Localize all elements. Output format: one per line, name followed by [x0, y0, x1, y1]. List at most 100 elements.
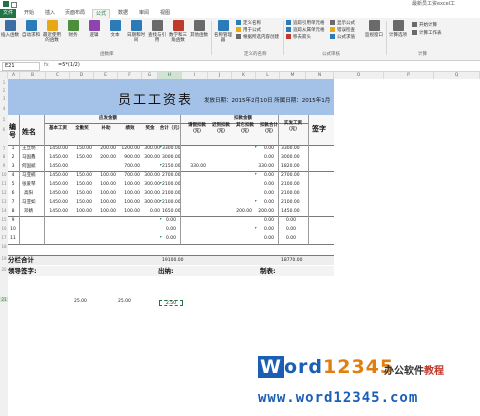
cell-allowance[interactable]: 100.00	[92, 181, 116, 189]
subtotal-total[interactable]: 19100.00	[162, 256, 183, 265]
cell-deduct[interactable]: 0.00	[254, 226, 274, 234]
cell-name[interactable]: 马亚楠	[22, 172, 36, 180]
cell-attendance[interactable]: 150.00	[68, 172, 92, 180]
cell-other[interactable]: 200.00	[228, 208, 252, 216]
column-header[interactable]: M	[280, 72, 306, 79]
cell-performance[interactable]: 700.00	[116, 163, 140, 171]
cell-allowance[interactable]: 200.00	[92, 145, 116, 153]
row-header[interactable]: 13	[0, 199, 8, 204]
cell-net[interactable]: 1450.00	[281, 208, 300, 216]
cell-net[interactable]: 0.00	[286, 226, 296, 234]
cell-other[interactable]	[228, 181, 252, 189]
watch-window-button[interactable]: 监视窗口	[364, 20, 384, 38]
cell-other[interactable]	[228, 172, 252, 180]
row-header[interactable]: 4	[0, 106, 8, 111]
tab-review[interactable]: 审阅	[136, 9, 152, 18]
cell-other[interactable]	[228, 163, 252, 171]
name-box[interactable]: E21	[2, 62, 40, 71]
cell-bonus[interactable]: 300.00	[140, 181, 160, 189]
cell-leave[interactable]	[182, 172, 206, 180]
cell-no[interactable]: 11	[8, 235, 18, 243]
cell-value[interactable]: 25.00	[74, 298, 87, 306]
cashier-label[interactable]: 出纳:	[158, 266, 174, 276]
autosum-button[interactable]: 自动求和	[21, 20, 41, 38]
recent-functions-button[interactable]: 最近使用的函数	[42, 20, 62, 43]
tab-file[interactable]: 文件	[0, 9, 17, 18]
cell-allowance[interactable]: 100.00	[92, 190, 116, 198]
column-header[interactable]: E	[94, 72, 118, 79]
cell-leave[interactable]: 330.00	[182, 163, 206, 171]
cell-total[interactable]: 0.00	[166, 217, 176, 225]
cell-total[interactable]: 2150.00	[162, 163, 181, 171]
cell-no[interactable]: 9	[8, 217, 18, 225]
cell-performance[interactable]: 100.00	[116, 181, 140, 189]
cell-allowance[interactable]: 100.00	[92, 199, 116, 207]
formula-input[interactable]: =5*(1/2)	[58, 62, 80, 69]
row-header[interactable]: 9	[0, 163, 8, 168]
row-header[interactable]: 20	[0, 267, 8, 272]
cell-total[interactable]: 0.00	[166, 235, 176, 243]
cell-net[interactable]: 2100.00	[281, 181, 300, 189]
cell-net[interactable]: 2100.00	[281, 190, 300, 198]
cell-name[interactable]: 何国斌	[22, 163, 36, 171]
cell-attendance[interactable]: 100.00	[68, 208, 92, 216]
cell-other[interactable]	[228, 145, 252, 153]
cell-deduct[interactable]: 330.00	[254, 163, 274, 171]
cell-bonus[interactable]	[140, 163, 160, 171]
subtotal-net[interactable]: 18770.00	[281, 256, 302, 265]
define-name-button[interactable]: 定义名称	[236, 20, 261, 27]
cell-base[interactable]: 1450.00	[44, 190, 68, 198]
cell-bonus[interactable]: 300.00	[140, 154, 160, 162]
evaluate-formula-button[interactable]: 公式求值	[330, 34, 355, 41]
cell-total[interactable]: 3300.00	[162, 145, 181, 153]
tab-page-layout[interactable]: 页面布局	[62, 9, 88, 18]
row-header[interactable]: 7	[0, 146, 8, 151]
row-header[interactable]: 14	[0, 208, 8, 213]
cell-performance[interactable]: 100.00	[116, 199, 140, 207]
cell-total[interactable]: 2100.00	[162, 181, 181, 189]
cell-leave[interactable]	[182, 154, 206, 162]
selected-cell[interactable]: 2.50	[159, 300, 183, 306]
cell-value[interactable]: 25.00	[118, 298, 131, 306]
cell-bonus[interactable]: 300.00	[140, 190, 160, 198]
row-header[interactable]: 15	[0, 217, 8, 222]
cell-performance[interactable]: 900.00	[116, 154, 140, 162]
cell-bonus[interactable]: 0.00	[140, 208, 160, 216]
calculate-sheet-button[interactable]: 计算工作表	[412, 30, 442, 37]
row-header[interactable]: 1	[0, 80, 8, 85]
row-header[interactable]: 6	[0, 127, 8, 132]
name-manager-button[interactable]: 名称管理器	[213, 20, 233, 43]
cell-base[interactable]: 1450.00	[44, 172, 68, 180]
cell-no[interactable]: 10	[8, 226, 18, 234]
cell-deduct[interactable]: 0.00	[254, 199, 274, 207]
cell-attendance[interactable]: 150.00	[68, 145, 92, 153]
select-all-corner[interactable]	[0, 72, 8, 79]
cell-no[interactable]: 5	[8, 181, 18, 189]
tab-home[interactable]: 开始	[21, 9, 37, 18]
cell-other[interactable]	[228, 199, 252, 207]
error-checking-button[interactable]: 错误检查	[330, 27, 355, 34]
cell-attendance[interactable]	[68, 163, 92, 171]
cell-performance[interactable]: 1200.00	[116, 145, 140, 153]
cell-bonus[interactable]: 300.00	[140, 199, 160, 207]
row-header[interactable]: 16	[0, 226, 8, 231]
cell-leave[interactable]	[182, 199, 206, 207]
tab-view[interactable]: 视图	[157, 9, 173, 18]
cell-total[interactable]: 3000.00	[162, 154, 181, 162]
cell-leave[interactable]	[182, 145, 206, 153]
show-formulas-button[interactable]: 显示公式	[330, 20, 355, 27]
trace-dependents-button[interactable]: 追踪从属单元格	[286, 27, 325, 34]
cell-name[interactable]: 高阳	[24, 190, 33, 198]
column-header[interactable]: L	[256, 72, 280, 79]
save-icon[interactable]	[3, 1, 9, 7]
cell-no[interactable]: 2	[8, 154, 18, 162]
column-header[interactable]: B	[20, 72, 46, 79]
row-header[interactable]: 18	[0, 244, 8, 249]
cell-allowance[interactable]	[92, 163, 116, 171]
approver-label[interactable]: 领导签字:	[8, 266, 37, 276]
column-header[interactable]: G	[142, 72, 158, 79]
column-header[interactable]: D	[70, 72, 94, 79]
column-header[interactable]: F	[118, 72, 142, 79]
cell-total[interactable]: 2700.00	[162, 172, 181, 180]
row-header[interactable]: 11	[0, 181, 8, 186]
